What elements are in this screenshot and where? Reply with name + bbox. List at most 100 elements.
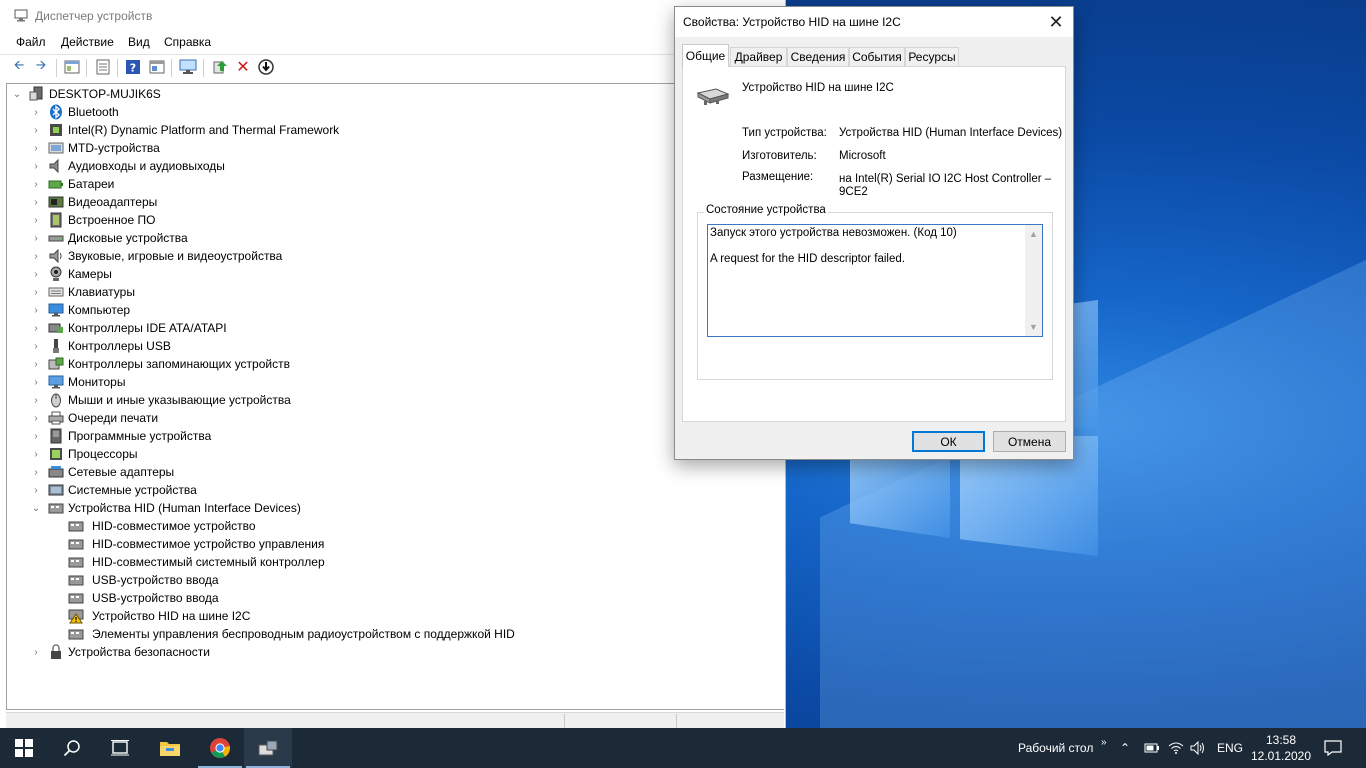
chevron-right-icon[interactable]: › [30, 229, 42, 247]
tab-resources[interactable]: Ресурсы [905, 47, 959, 66]
battery-icon[interactable] [1144, 728, 1160, 768]
desktop-toolbar-label[interactable]: Рабочий стол [1018, 728, 1093, 768]
tree-item-category[interactable]: › Видеоадаптеры [30, 193, 157, 211]
tree-item-category[interactable]: › Intel(R) Dynamic Platform and Thermal … [30, 121, 339, 139]
close-icon[interactable]: ✕ [1039, 7, 1073, 37]
dialog-titlebar[interactable]: Свойства: Устройство HID на шине I2C ✕ [675, 7, 1073, 37]
scroll-down-icon[interactable]: ▼ [1029, 322, 1038, 332]
update-driver-icon[interactable] [211, 58, 229, 76]
tree-item-category[interactable]: › Дисковые устройства [30, 229, 187, 247]
tree-item-category[interactable]: › Встроенное ПО [30, 211, 155, 229]
tree-root[interactable]: ⌄ DESKTOP-MUJIK6S [11, 85, 161, 103]
tree-item-device[interactable]: Устройство HID на шине I2C [68, 607, 250, 625]
chevron-right-icon[interactable]: › [30, 373, 42, 391]
chevron-right-icon[interactable]: › [30, 481, 42, 499]
device-status-textbox[interactable]: Запуск этого устройства невозможен. (Код… [707, 224, 1043, 337]
device-manager-taskbar-icon[interactable] [244, 728, 292, 768]
tree-item-category[interactable]: › Программные устройства [30, 427, 211, 445]
tree-item-device[interactable]: HID-совместимое устройство управления [68, 535, 324, 553]
chrome-icon[interactable] [196, 728, 244, 768]
chevron-right-icon[interactable]: › [30, 463, 42, 481]
window-titlebar[interactable]: Диспетчер устройств [0, 0, 786, 32]
menu-action[interactable]: Действие [61, 35, 114, 49]
tree-item-device[interactable]: USB-устройство ввода [68, 571, 219, 589]
chevron-right-icon[interactable]: › [30, 121, 42, 139]
task-view-icon[interactable] [96, 728, 144, 768]
help-icon[interactable]: ? [124, 58, 142, 76]
chevron-right-icon[interactable]: › [30, 265, 42, 283]
menu-file[interactable]: Файл [16, 35, 46, 49]
start-button[interactable] [0, 728, 48, 768]
tab-driver[interactable]: Драйвер [730, 47, 787, 66]
tree-item-category[interactable]: › Сетевые адаптеры [30, 463, 174, 481]
chevron-right-icon[interactable]: › [30, 409, 42, 427]
chevron-right-icon[interactable]: › [30, 283, 42, 301]
chevron-right-icon[interactable]: › [30, 103, 42, 121]
chevron-right-icon[interactable]: › [30, 355, 42, 373]
chevron-right-icon[interactable]: › [30, 211, 42, 229]
properties-sheet-icon[interactable] [94, 58, 112, 76]
scroll-up-icon[interactable]: ▲ [1029, 229, 1038, 239]
menu-help[interactable]: Справка [164, 35, 211, 49]
tree-item-category[interactable]: › Мыши и иные указывающие устройства [30, 391, 291, 409]
tree-item-category[interactable]: › Контроллеры запоминающих устройств [30, 355, 290, 373]
uninstall-x-icon[interactable]: ✕ [234, 58, 252, 76]
tree-item-category[interactable]: › Звуковые, игровые и видеоустройства [30, 247, 282, 265]
tree-item-category[interactable]: ⌄ Устройства HID (Human Interface Device… [30, 499, 301, 517]
chevron-right-icon[interactable]: › [30, 247, 42, 265]
chevron-up-icon[interactable]: ⌃ [1120, 728, 1130, 768]
tree-item-category[interactable]: › MTD-устройства [30, 139, 159, 157]
clock[interactable]: 13:58 12.01.2020 [1251, 728, 1311, 768]
chevron-right-icon[interactable]: › [30, 139, 42, 157]
tree-item-category[interactable]: › Контроллеры IDE ATA/ATAPI [30, 319, 226, 337]
back-icon[interactable]: 🡨 [10, 57, 28, 76]
tree-item-category[interactable]: › Аудиовходы и аудиовыходы [30, 157, 225, 175]
notifications-icon[interactable] [1324, 728, 1342, 768]
chevron-right-icon[interactable]: › [30, 337, 42, 355]
chevron-down-icon[interactable]: ⌄ [30, 499, 42, 517]
chevron-right-icon[interactable]: › [30, 391, 42, 409]
install-down-arrow-icon[interactable] [257, 58, 275, 76]
tree-item-category[interactable]: › Bluetooth [30, 103, 119, 121]
monitor-scan-icon[interactable] [179, 58, 197, 76]
chevron-right-icon[interactable]: › [30, 445, 42, 463]
tree-item-category[interactable]: › Батареи [30, 175, 114, 193]
chevron-down-icon[interactable]: ⌄ [11, 85, 23, 103]
tree-item-category[interactable]: › Мониторы [30, 373, 125, 391]
tab-events[interactable]: События [849, 47, 905, 66]
wifi-icon[interactable] [1168, 728, 1184, 768]
tree-item-device[interactable]: HID-совместимый системный контроллер [68, 553, 325, 571]
tree-item-category[interactable]: › Камеры [30, 265, 112, 283]
action-view-icon[interactable] [148, 58, 166, 76]
tree-item-device[interactable]: USB-устройство ввода [68, 589, 219, 607]
device-tree[interactable]: ⌄ DESKTOP-MUJIK6S › Bluetooth › Intel(R) … [6, 83, 784, 710]
tree-item-category[interactable]: › Процессоры [30, 445, 137, 463]
tree-item-category[interactable]: › Устройства безопасности [30, 643, 210, 661]
chevron-right-icon[interactable]: › [30, 319, 42, 337]
cancel-button[interactable]: Отмена [993, 431, 1066, 452]
chevron-right-icon[interactable]: › [30, 175, 42, 193]
tree-item-device[interactable]: HID-совместимое устройство [68, 517, 256, 535]
chevron-right-icon[interactable]: › [30, 427, 42, 445]
tree-item-category[interactable]: › Компьютер [30, 301, 130, 319]
toolbar-expand-icon[interactable]: » [1101, 722, 1107, 762]
file-explorer-icon[interactable] [146, 728, 194, 768]
tree-item-category[interactable]: › Контроллеры USB [30, 337, 171, 355]
volume-icon[interactable] [1190, 728, 1206, 768]
chevron-right-icon[interactable]: › [30, 301, 42, 319]
status-scrollbar[interactable]: ▲ ▼ [1025, 225, 1042, 336]
tab-general[interactable]: Общие [682, 44, 729, 67]
ok-button[interactable]: ОК [912, 431, 985, 452]
chevron-right-icon[interactable]: › [30, 643, 42, 661]
chevron-right-icon[interactable]: › [30, 157, 42, 175]
menu-view[interactable]: Вид [128, 35, 150, 49]
tree-item-device[interactable]: Элементы управления беспроводным радиоус… [68, 625, 515, 643]
show-hide-console-tree-icon[interactable] [63, 58, 81, 76]
tree-item-category[interactable]: › Системные устройства [30, 481, 196, 499]
tree-item-category[interactable]: › Очереди печати [30, 409, 158, 427]
search-icon[interactable] [48, 728, 96, 768]
chevron-right-icon[interactable]: › [30, 193, 42, 211]
forward-icon[interactable]: 🡪 [32, 57, 50, 76]
language-indicator[interactable]: ENG [1217, 728, 1243, 768]
tab-details[interactable]: Сведения [787, 47, 849, 66]
